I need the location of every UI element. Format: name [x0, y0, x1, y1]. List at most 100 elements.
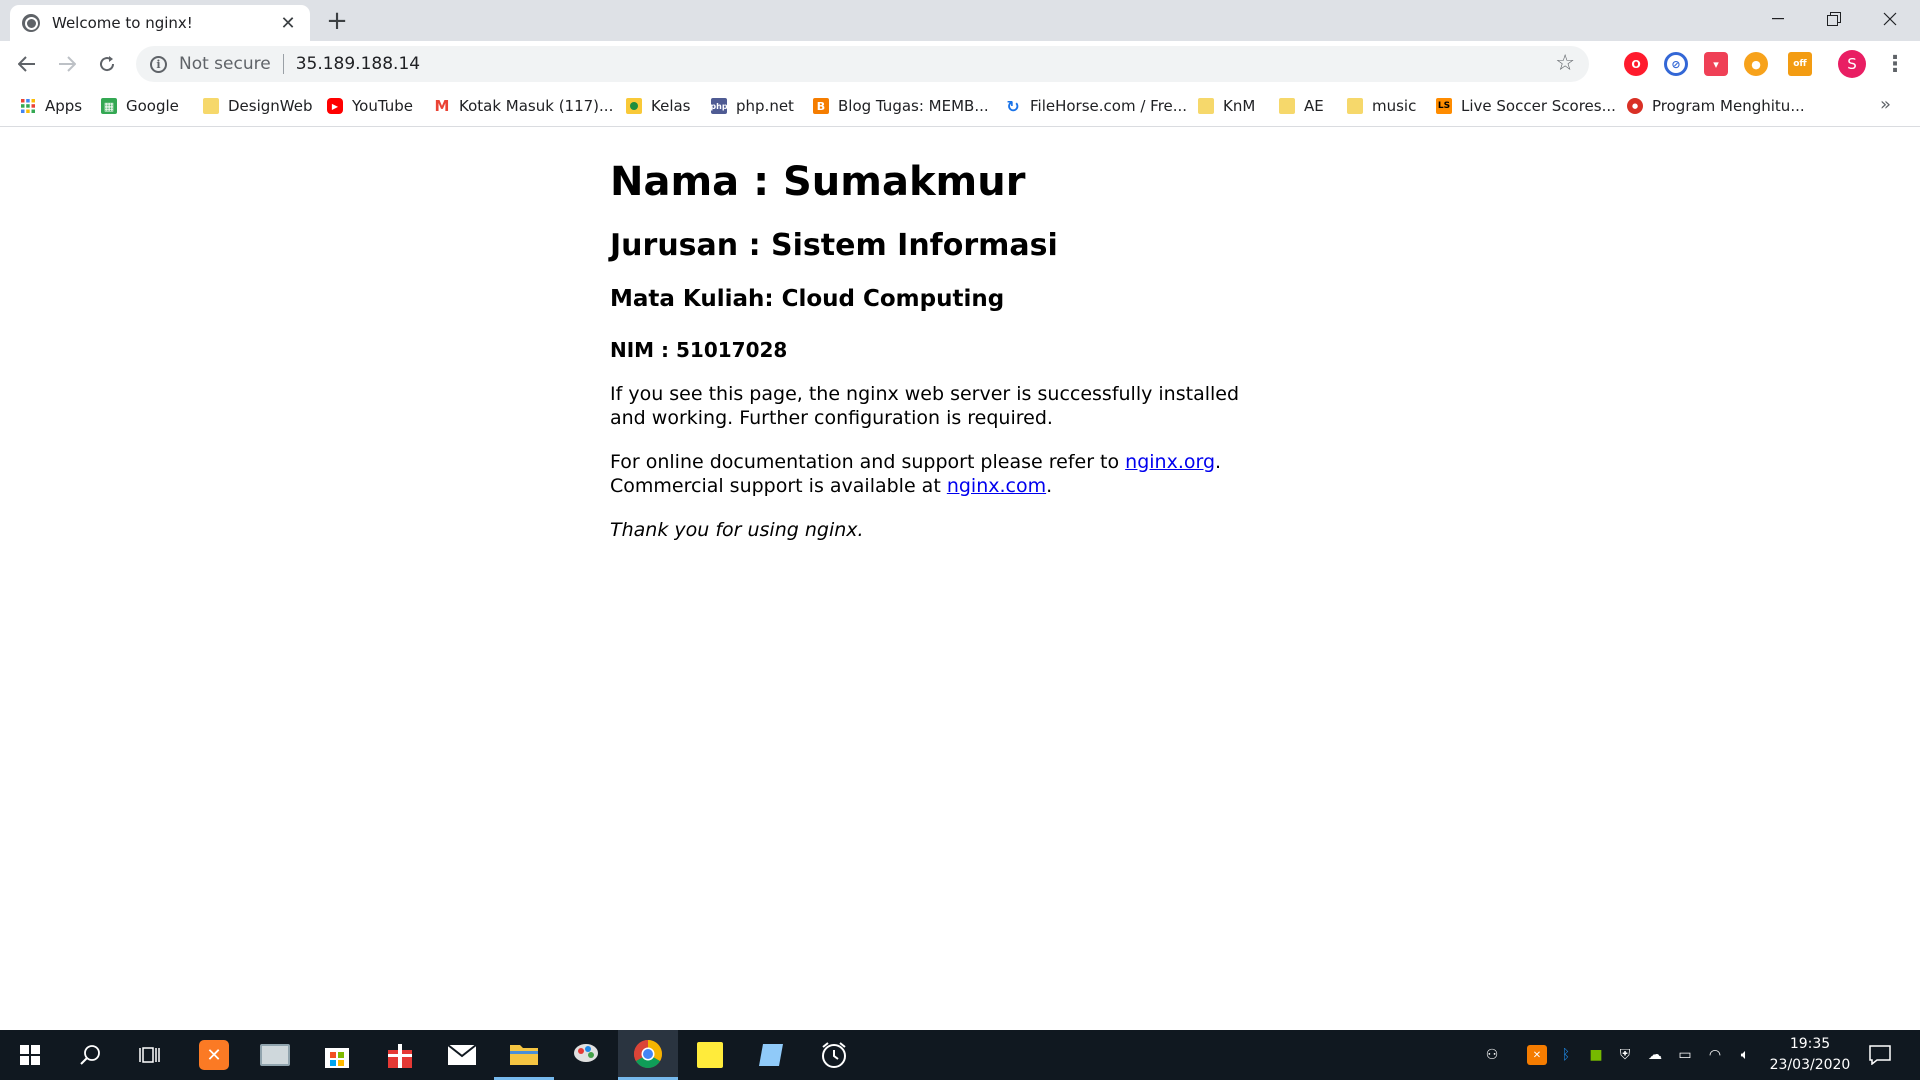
url-text[interactable]: 35.189.188.14: [296, 54, 420, 74]
wifi-icon[interactable]: ◠: [1705, 1045, 1725, 1065]
bookmark-label: Program Menghitu...: [1652, 97, 1805, 115]
heading-mata-kuliah: Mata Kuliah: Cloud Computing: [610, 286, 1005, 312]
minimize-button[interactable]: [1750, 0, 1806, 38]
tab-title: Welcome to nginx!: [52, 14, 193, 32]
forward-button[interactable]: [50, 47, 84, 81]
nvidia-icon[interactable]: ■: [1586, 1045, 1606, 1065]
system-clock[interactable]: 19:35 23/03/2020: [1760, 1034, 1860, 1076]
search-button[interactable]: [60, 1030, 120, 1080]
browser-toolbar: i Not secure 35.189.188.14 ☆ O ⊘ ▾ ● off…: [0, 41, 1920, 86]
bookmark-livesoccer[interactable]: LS Live Soccer Scores...: [1436, 94, 1616, 118]
folder-icon: [1279, 98, 1295, 114]
bookmark-gmail[interactable]: M Kotak Masuk (117)...: [434, 94, 614, 118]
restore-icon: [1827, 12, 1841, 26]
tab-strip: Welcome to nginx! ✕ +: [0, 0, 1920, 41]
close-window-button[interactable]: [1862, 0, 1918, 38]
arrow-right-icon: [59, 56, 76, 72]
pocket-extension-icon[interactable]: ▾: [1704, 52, 1728, 76]
folder-icon: [203, 98, 219, 114]
heading-nama: Nama : Sumakmur: [610, 159, 1026, 205]
xampp-tray-icon[interactable]: ✕: [1527, 1045, 1547, 1065]
start-button[interactable]: [0, 1030, 60, 1080]
xampp-app[interactable]: ✕: [184, 1030, 244, 1080]
tab-close-icon[interactable]: ✕: [278, 13, 298, 34]
alarm-clock-icon: [822, 1042, 846, 1068]
nginx-org-link[interactable]: nginx.org: [1125, 451, 1215, 473]
store-app[interactable]: [307, 1030, 367, 1080]
alarms-app[interactable]: [804, 1030, 864, 1080]
bookmark-apps[interactable]: Apps: [20, 94, 82, 118]
bookmark-knm[interactable]: KnM: [1198, 94, 1255, 118]
bookmark-label: Apps: [45, 97, 83, 115]
apps-grid-icon: [20, 98, 36, 114]
bookmark-filehorse[interactable]: ↻ FileHorse.com / Fre...: [1005, 94, 1187, 118]
google-icon: ▦: [101, 98, 117, 114]
defender-icon[interactable]: ⛨: [1615, 1045, 1635, 1065]
windows-icon: [20, 1045, 40, 1065]
honey-extension-icon[interactable]: ●: [1744, 52, 1768, 76]
bookmark-program[interactable]: ● Program Menghitu...: [1627, 94, 1805, 118]
task-view-button[interactable]: [120, 1030, 180, 1080]
off-extension-icon[interactable]: off: [1788, 52, 1812, 76]
youtube-icon: ▶: [327, 98, 343, 114]
heading-nim: NIM : 51017028: [610, 337, 788, 362]
nginx-com-link[interactable]: nginx.com: [947, 475, 1046, 497]
gift-app[interactable]: [370, 1030, 430, 1080]
gift-icon: [388, 1044, 412, 1068]
bookmark-music[interactable]: music: [1347, 94, 1416, 118]
profile-avatar[interactable]: S: [1838, 50, 1866, 78]
battery-icon[interactable]: ▭: [1675, 1045, 1695, 1065]
reload-button[interactable]: [90, 47, 124, 81]
bookmark-label: AE: [1304, 97, 1324, 115]
bookmark-label: Kotak Masuk (117)...: [459, 97, 614, 115]
commercial-text: Commercial support is available at: [610, 474, 947, 497]
edit-app[interactable]: [742, 1030, 802, 1080]
bookmark-kelas[interactable]: Kelas: [626, 94, 691, 118]
restore-button[interactable]: [1806, 0, 1862, 38]
bluetooth-icon[interactable]: ᛒ: [1556, 1045, 1576, 1065]
bookmark-google[interactable]: ▦ Google: [101, 94, 179, 118]
bookmark-youtube[interactable]: ▶ YouTube: [327, 94, 413, 118]
paint-app[interactable]: [556, 1030, 616, 1080]
action-center-button[interactable]: [1862, 1040, 1898, 1070]
globe-icon: [22, 14, 40, 32]
opera-extension-icon[interactable]: O: [1624, 52, 1648, 76]
site-icon: ●: [1627, 98, 1643, 114]
folder-icon: [510, 1044, 538, 1065]
new-tab-button[interactable]: +: [322, 6, 352, 36]
browser-tab[interactable]: Welcome to nginx! ✕: [10, 5, 310, 41]
volume-icon[interactable]: 🔈︎: [1735, 1045, 1755, 1065]
bookmark-php[interactable]: php php.net: [710, 94, 794, 118]
file-explorer-app[interactable]: [494, 1030, 554, 1080]
bookmarks-bar: Apps ▦ Google DesignWeb ▶ YouTube M Kota…: [0, 86, 1920, 127]
blocker-extension-icon[interactable]: ⊘: [1664, 52, 1688, 76]
bookmark-designweb[interactable]: DesignWeb: [203, 94, 313, 118]
bookmark-star-icon[interactable]: ☆: [1555, 51, 1575, 76]
blogger-icon: B: [813, 98, 829, 114]
docs-period: .: [1215, 450, 1222, 473]
notification-icon: [1869, 1045, 1891, 1065]
bookmark-blog[interactable]: B Blog Tugas: MEMB...: [813, 94, 989, 118]
chrome-app[interactable]: [618, 1030, 678, 1080]
bookmarks-overflow-icon[interactable]: »: [1880, 94, 1891, 115]
search-icon: [80, 1045, 100, 1065]
info-icon[interactable]: i: [150, 55, 167, 73]
browser-menu-icon[interactable]: ⋮: [1880, 49, 1910, 79]
xampp-icon: ✕: [199, 1040, 229, 1070]
address-bar[interactable]: i Not secure 35.189.188.14 ☆: [136, 46, 1589, 82]
folder-icon: [1347, 98, 1363, 114]
gmail-icon: M: [434, 97, 450, 115]
bookmark-label: FileHorse.com / Fre...: [1030, 97, 1188, 115]
minimize-icon: [1772, 18, 1784, 20]
mail-app[interactable]: [432, 1030, 492, 1080]
security-status[interactable]: Not secure: [179, 54, 271, 74]
onedrive-icon[interactable]: ☁: [1645, 1045, 1665, 1065]
note-icon: [759, 1044, 783, 1066]
bookmark-label: Kelas: [651, 97, 691, 115]
sticky-notes-app[interactable]: [680, 1030, 740, 1080]
computer-app[interactable]: [245, 1030, 305, 1080]
omnibox-divider: [282, 54, 284, 74]
people-icon[interactable]: ⚇: [1482, 1045, 1502, 1065]
bookmark-ae[interactable]: AE: [1279, 94, 1324, 118]
back-button[interactable]: [10, 47, 44, 81]
